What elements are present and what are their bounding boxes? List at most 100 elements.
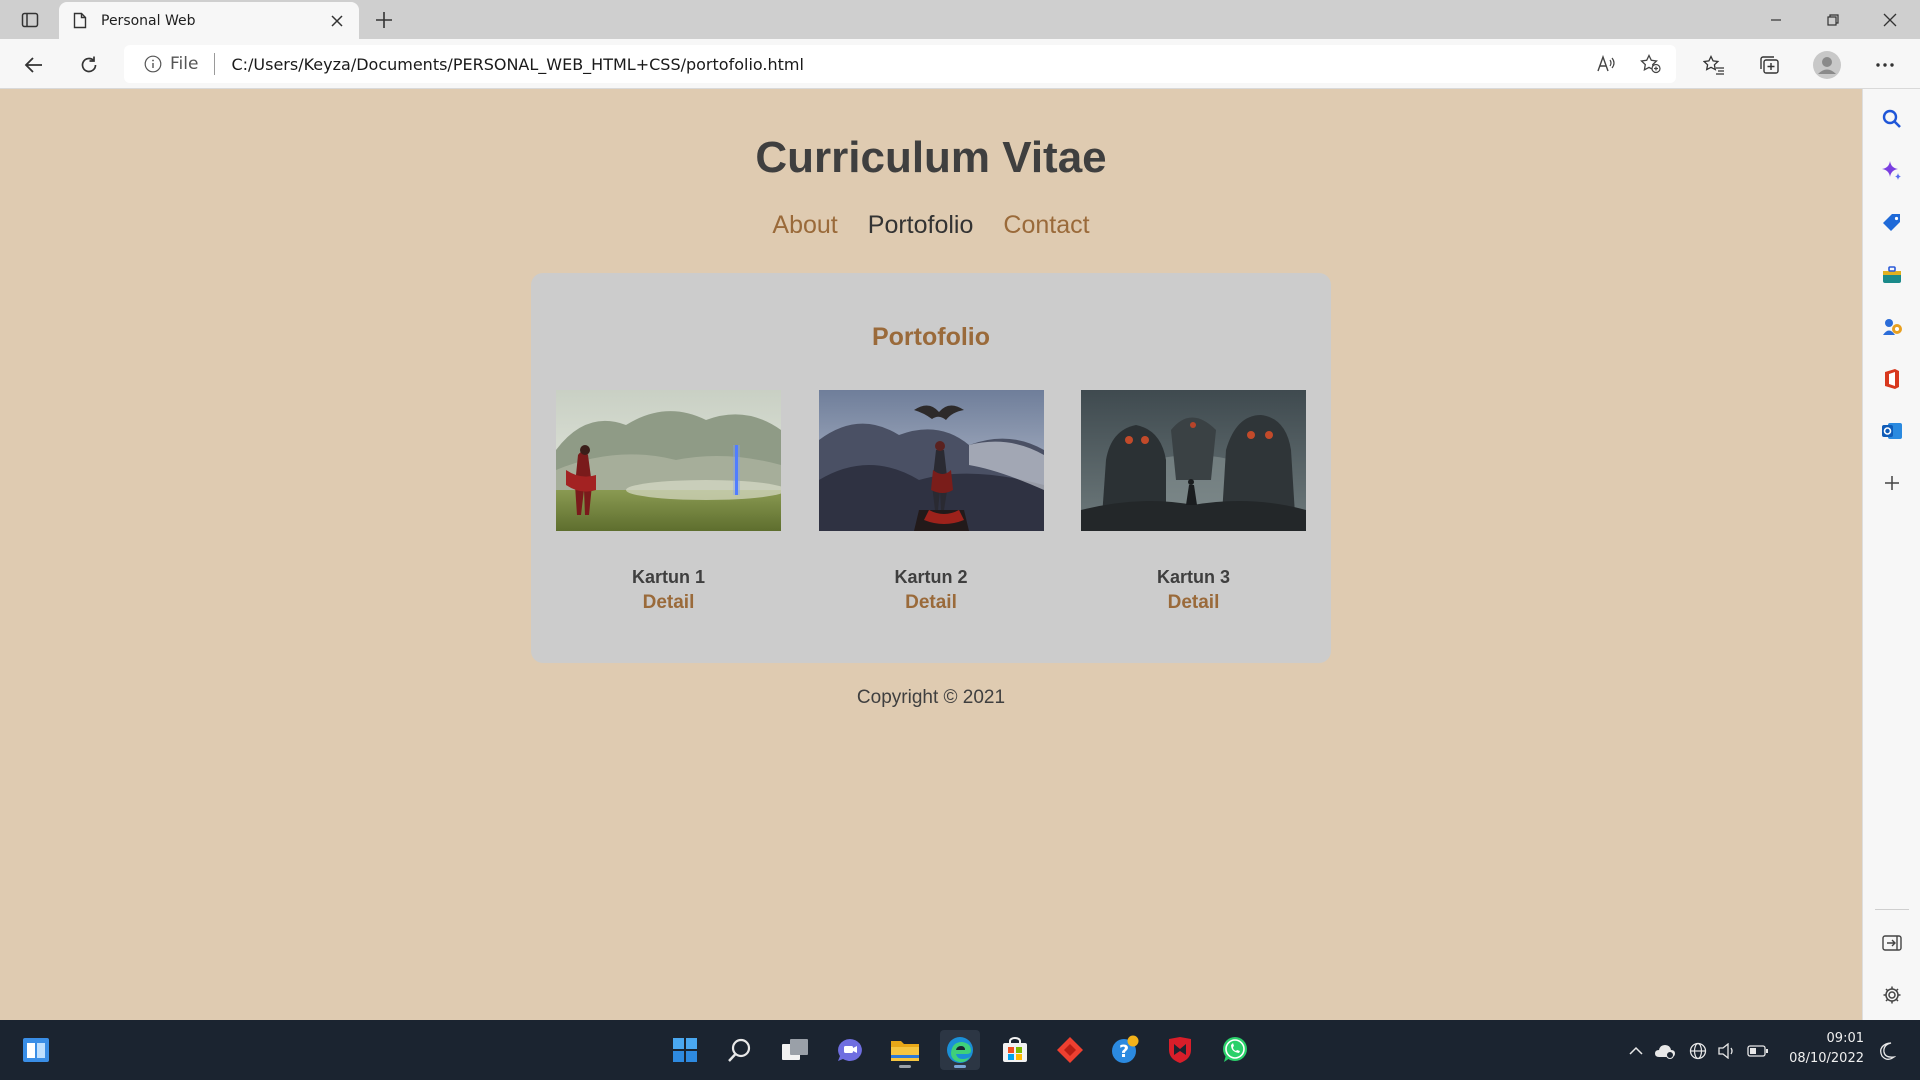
address-info-label: File bbox=[170, 54, 199, 74]
shield-icon bbox=[1169, 1037, 1191, 1063]
tab-actions-button[interactable] bbox=[14, 6, 46, 34]
page-icon bbox=[73, 12, 87, 29]
portfolio-item: Kartun 1 Detail bbox=[556, 390, 781, 614]
back-arrow-icon bbox=[24, 57, 42, 73]
site-info-button[interactable]: File bbox=[144, 54, 198, 74]
task-view-icon bbox=[782, 1039, 808, 1060]
show-hidden-icons-button[interactable] bbox=[1625, 1040, 1647, 1062]
gear-icon bbox=[1883, 986, 1901, 1004]
url-text[interactable]: C:/Users/Keyza/Documents/PERSONAL_WEB_HT… bbox=[231, 55, 803, 74]
sidebar-discover-button[interactable] bbox=[1875, 154, 1909, 188]
store-icon bbox=[1003, 1037, 1027, 1062]
kartun-2-image[interactable] bbox=[818, 390, 1044, 531]
restore-button[interactable] bbox=[1805, 0, 1861, 39]
more-icon bbox=[1876, 63, 1894, 67]
folder-icon bbox=[891, 1041, 919, 1061]
detail-link[interactable]: Detail bbox=[905, 592, 957, 614]
edge-taskbar-button[interactable] bbox=[940, 1030, 980, 1070]
task-view-button[interactable] bbox=[775, 1030, 815, 1070]
minimize-button[interactable] bbox=[1748, 0, 1804, 39]
item-name: Kartun 1 bbox=[631, 567, 705, 587]
running-indicator bbox=[899, 1065, 911, 1068]
favorites-icon bbox=[1703, 55, 1724, 75]
minimize-icon bbox=[1771, 18, 1781, 21]
toolbox-icon bbox=[1883, 266, 1901, 283]
whatsapp-icon bbox=[1223, 1037, 1247, 1062]
clock-date: 08/10/2022 bbox=[1789, 1051, 1864, 1066]
nav-link-portofolio[interactable]: Portofolio bbox=[868, 211, 974, 240]
close-tab-button[interactable] bbox=[321, 5, 353, 37]
kartun-3-image[interactable] bbox=[1081, 390, 1306, 531]
sidebar-add-button[interactable] bbox=[1875, 466, 1909, 500]
teams-chat-button[interactable] bbox=[830, 1030, 870, 1070]
clock-time: 09:01 bbox=[1826, 1031, 1864, 1046]
web-page: Curriculum Vitae About Portofolio Contac… bbox=[0, 89, 1862, 1020]
close-window-button[interactable] bbox=[1862, 0, 1918, 39]
file-explorer-button[interactable] bbox=[885, 1030, 925, 1070]
windows-logo-icon bbox=[673, 1038, 697, 1062]
sidebar-games-button[interactable] bbox=[1875, 310, 1909, 344]
new-tab-button[interactable] bbox=[368, 4, 400, 36]
plus-icon bbox=[1885, 476, 1899, 490]
kartun-1-image[interactable] bbox=[556, 390, 781, 531]
volume-tray-button[interactable] bbox=[1716, 1040, 1738, 1062]
windows-taskbar: ? 09:01 08/10/2022 bbox=[0, 1020, 1920, 1080]
nav-link-about[interactable]: About bbox=[772, 211, 837, 240]
store-button[interactable] bbox=[995, 1030, 1035, 1070]
taskbar-search-button[interactable] bbox=[720, 1030, 760, 1070]
globe-icon bbox=[1689, 1042, 1707, 1060]
profile-button[interactable] bbox=[1810, 48, 1844, 82]
favorites-button[interactable] bbox=[1697, 48, 1731, 82]
browser-tab[interactable]: Personal Web bbox=[59, 2, 359, 39]
whatsapp-button[interactable] bbox=[1215, 1030, 1255, 1070]
cloud-icon bbox=[1655, 1045, 1675, 1059]
settings-menu-button[interactable] bbox=[1868, 48, 1902, 82]
read-aloud-button[interactable] bbox=[1591, 49, 1621, 79]
battery-icon bbox=[1747, 1045, 1768, 1057]
close-icon bbox=[331, 14, 343, 27]
battery-tray-button[interactable] bbox=[1746, 1040, 1770, 1062]
detail-link[interactable]: Detail bbox=[1168, 592, 1220, 614]
close-window-icon bbox=[1883, 13, 1897, 26]
collections-button[interactable] bbox=[1752, 48, 1786, 82]
search-icon bbox=[1882, 109, 1901, 128]
back-button[interactable] bbox=[17, 48, 51, 82]
sidebar-shopping-button[interactable] bbox=[1875, 206, 1909, 240]
sidebar-office-button[interactable] bbox=[1875, 362, 1909, 396]
sidebar-settings-button[interactable] bbox=[1875, 978, 1909, 1012]
get-help-button[interactable]: ? bbox=[1105, 1030, 1145, 1070]
tab-title: Personal Web bbox=[101, 12, 196, 29]
sidebar-hide-button[interactable] bbox=[1875, 926, 1909, 960]
browser-toolbar: File C:/Users/Keyza/Documents/PERSONAL_W… bbox=[0, 39, 1920, 89]
start-button[interactable] bbox=[665, 1030, 705, 1070]
svg-text:?: ? bbox=[1119, 1042, 1129, 1062]
edge-sidebar bbox=[1862, 89, 1920, 1020]
widgets-button[interactable] bbox=[16, 1030, 56, 1070]
sidebar-tools-button[interactable] bbox=[1875, 258, 1909, 292]
item-name: Kartun 3 bbox=[1156, 567, 1230, 587]
onedrive-tray-button[interactable] bbox=[1652, 1040, 1678, 1062]
anydesk-button[interactable] bbox=[1050, 1030, 1090, 1070]
add-favorite-button[interactable] bbox=[1636, 49, 1666, 79]
focus-assist-button[interactable] bbox=[1876, 1040, 1900, 1062]
mcafee-button[interactable] bbox=[1160, 1030, 1200, 1070]
games-icon bbox=[1883, 319, 1902, 335]
widgets-icon bbox=[23, 1038, 49, 1062]
tab-actions-icon bbox=[21, 12, 39, 28]
active-indicator bbox=[954, 1065, 966, 1068]
network-tray-button[interactable] bbox=[1687, 1040, 1709, 1062]
nav-link-contact[interactable]: Contact bbox=[1003, 211, 1089, 240]
diamond-icon bbox=[1057, 1037, 1083, 1063]
detail-link[interactable]: Detail bbox=[643, 592, 695, 614]
address-bar[interactable]: File C:/Users/Keyza/Documents/PERSONAL_W… bbox=[124, 45, 1676, 83]
help-icon: ? bbox=[1112, 1035, 1139, 1063]
sparkle-icon bbox=[1882, 161, 1901, 180]
sidebar-search-button[interactable] bbox=[1875, 102, 1909, 136]
address-separator bbox=[214, 53, 216, 75]
speaker-icon bbox=[1718, 1043, 1733, 1059]
office-icon bbox=[1885, 369, 1899, 389]
sidebar-outlook-button[interactable] bbox=[1875, 414, 1909, 448]
refresh-button[interactable] bbox=[72, 48, 106, 82]
taskbar-clock[interactable]: 09:01 08/10/2022 bbox=[1784, 1029, 1864, 1069]
item-name: Kartun 2 bbox=[894, 567, 968, 587]
